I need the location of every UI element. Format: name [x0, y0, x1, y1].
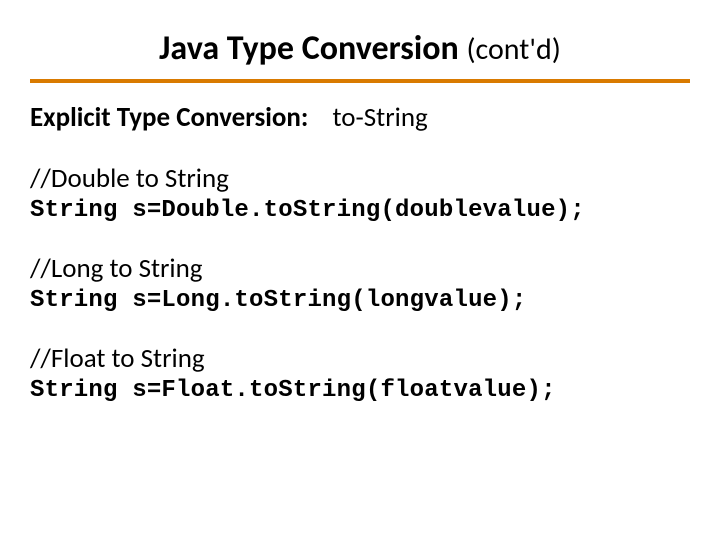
subheading-label: Explicit Type Conversion: — [30, 101, 308, 134]
title-rule — [30, 79, 690, 83]
example-comment: //Long to String — [30, 252, 690, 285]
title-main: Java Type Conversion — [159, 28, 459, 69]
example-block: //Double to String String s=Double.toStr… — [30, 162, 690, 224]
example-code: String s=Long.toString(longvalue); — [30, 287, 690, 314]
example-comment: //Float to String — [30, 342, 690, 375]
example-code: String s=Float.toString(floatvalue); — [30, 377, 690, 404]
example-block: //Float to String String s=Float.toStrin… — [30, 342, 690, 404]
example-block: //Long to String String s=Long.toString(… — [30, 252, 690, 314]
slide-title: Java Type Conversion (cont'd) — [30, 28, 690, 69]
example-comment: //Double to String — [30, 162, 690, 195]
subheading: Explicit Type Conversion: to-String — [30, 101, 690, 134]
example-code: String s=Double.toString(doublevalue); — [30, 197, 690, 224]
subheading-value: to-String — [332, 101, 427, 134]
title-suffix: (cont'd) — [466, 31, 560, 68]
